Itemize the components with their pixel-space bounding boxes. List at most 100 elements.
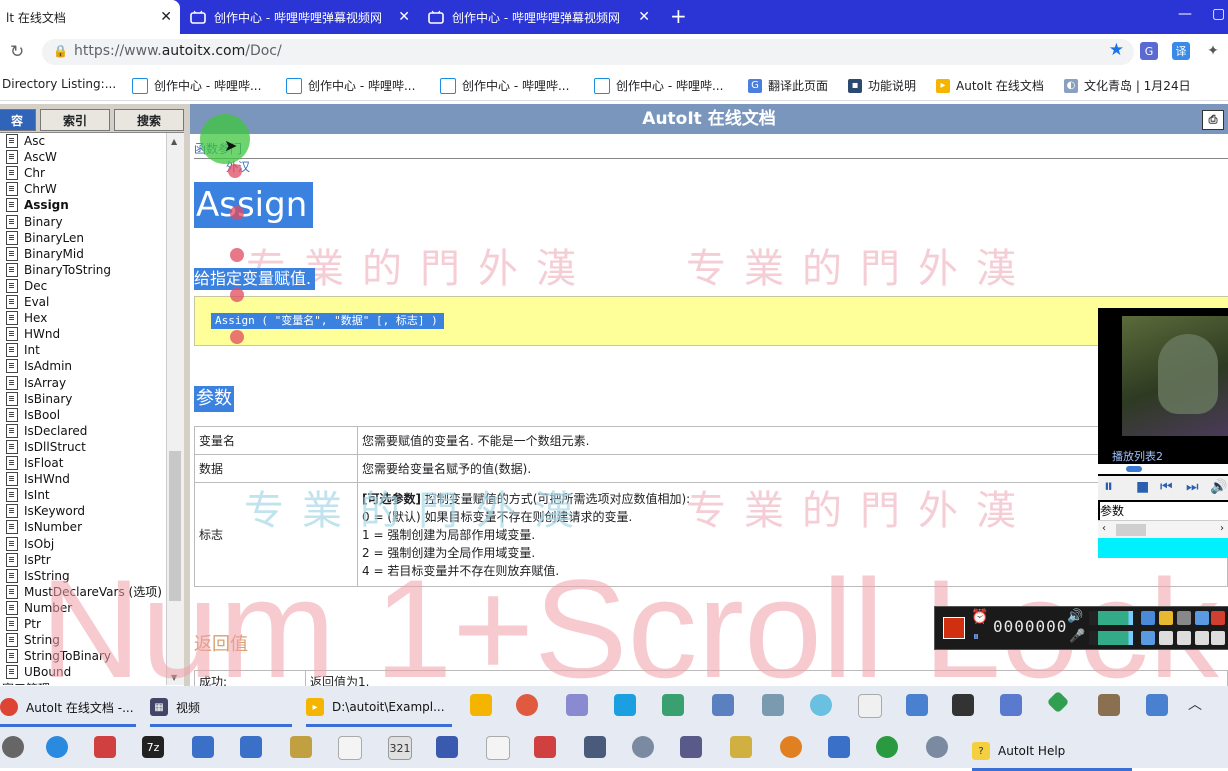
speaker-icon[interactable]: 🔊 — [1067, 609, 1083, 624]
chevron-up-icon[interactable]: ︿ — [1188, 694, 1202, 714]
zoom-icon[interactable] — [1141, 631, 1155, 645]
playlist-label[interactable]: 播放列表2 — [1112, 448, 1163, 464]
close-tab-icon[interactable]: ✕ — [160, 9, 172, 25]
tree-item[interactable]: IsAdmin — [6, 358, 72, 374]
app-icon[interactable] — [1000, 694, 1022, 716]
tab-contents[interactable]: 容 — [0, 109, 36, 131]
tree-item[interactable]: Asc — [6, 133, 45, 149]
app-icon[interactable] — [1098, 694, 1120, 716]
seek-bar[interactable] — [1098, 464, 1228, 474]
video-frame[interactable] — [1122, 316, 1228, 436]
bilibili-icon[interactable] — [614, 694, 636, 716]
pause-icon[interactable]: ⏸ — [973, 629, 979, 644]
music-icon[interactable] — [952, 694, 974, 716]
translate-extension-icon[interactable]: 译 — [1172, 42, 1190, 60]
browser-tab-autoit[interactable]: lt 在线文档 ✕ — [0, 0, 180, 34]
bookmark-item[interactable]: G 翻译此页面 — [748, 77, 828, 94]
tab-index[interactable]: 索引 — [40, 109, 110, 131]
tree-item[interactable]: HWnd — [6, 326, 60, 342]
tree-item[interactable]: Chr — [6, 165, 45, 181]
tree-item[interactable]: IsString — [6, 568, 70, 584]
scroll-right-icon[interactable]: › — [1220, 523, 1224, 534]
display-icon[interactable] — [1211, 631, 1225, 645]
app-icon[interactable] — [762, 694, 784, 716]
tree-item[interactable]: BinaryToString — [6, 262, 111, 278]
film-icon[interactable] — [584, 736, 606, 758]
bookmark-item[interactable]: ▸ AutoIt 在线文档 — [936, 77, 1044, 94]
reload-icon[interactable]: ↻ — [10, 42, 24, 62]
bookmark-star-icon[interactable]: ★ — [1109, 40, 1124, 60]
tab-search[interactable]: 搜索 — [114, 109, 184, 131]
taskbar-window-video[interactable]: ▦ 视频 — [150, 690, 292, 727]
app-icon[interactable] — [680, 736, 702, 758]
bookmark-item[interactable]: 创作中心 - 哔哩哔... — [132, 77, 261, 94]
search-icon[interactable] — [780, 736, 802, 758]
tree-item[interactable]: IsKeyword — [6, 503, 85, 519]
folder-icon[interactable] — [470, 694, 492, 716]
globe-icon[interactable] — [46, 736, 68, 758]
seek-knob[interactable] — [1126, 466, 1142, 472]
bookmark-item[interactable]: 创作中心 - 哔哩哔... — [594, 77, 723, 94]
7zip-icon[interactable]: 7z — [142, 736, 164, 758]
video-player[interactable]: 播放列表2 ⏸ ■ ⏮ ⏭ 🔊 参数 ‹ › — [1098, 308, 1228, 558]
browser-tab-bilibili-1[interactable]: 创作中心 - 哔哩哔哩弹幕视频网 ✕ — [180, 0, 418, 34]
pause-button-icon[interactable]: ⏸ — [1104, 476, 1113, 497]
tree-item[interactable]: Hex — [6, 310, 47, 326]
gear-icon[interactable] — [1177, 611, 1191, 625]
taskbar-window-explorer[interactable]: ▸ D:\autoit\Exampl... — [306, 690, 452, 727]
tree-item[interactable]: IsHWnd — [6, 471, 70, 487]
globe-icon[interactable] — [876, 736, 898, 758]
tree-item[interactable]: Eval — [6, 294, 49, 310]
app-icon[interactable] — [662, 694, 684, 716]
app-icon[interactable] — [534, 736, 556, 758]
stop-button-icon[interactable]: ■ — [1136, 479, 1149, 495]
player-h-scrollbar[interactable]: ‹ › — [1098, 520, 1228, 539]
taskbar-window-browser[interactable]: AutoIt 在线文档 -... — [0, 690, 136, 727]
tree-item[interactable]: Int — [6, 342, 40, 358]
bookmark-item[interactable]: ◐ 文化青岛 | 1月24日 — [1064, 77, 1191, 94]
extension-icon[interactable]: G — [1140, 42, 1158, 60]
record-icon[interactable] — [516, 694, 538, 716]
calendar-icon[interactable]: 321 — [388, 736, 412, 760]
new-tab-button[interactable]: + — [670, 4, 687, 28]
app-icon[interactable] — [926, 736, 948, 758]
volume-icon[interactable]: 🔊 — [1210, 479, 1227, 495]
bookmark-item[interactable]: ▪ 功能说明 — [848, 77, 916, 94]
window-icon[interactable] — [192, 736, 214, 758]
tree-item[interactable]: StringToBinary — [6, 648, 111, 664]
fullscreen-icon[interactable] — [1159, 631, 1173, 645]
tree-item[interactable]: IsPtr — [6, 552, 51, 568]
tree-item[interactable]: ChrW — [6, 181, 57, 197]
tree-scrollbar[interactable]: ▲ ▼ — [166, 133, 185, 685]
tree-item[interactable]: Assign — [6, 197, 69, 213]
monitor-icon[interactable] — [1195, 631, 1209, 645]
tree-item[interactable]: IsNumber — [6, 519, 82, 535]
app-icon[interactable] — [810, 694, 832, 716]
tree-item[interactable]: Ptr — [6, 616, 41, 632]
app-icon[interactable] — [712, 694, 734, 716]
tree-item[interactable]: Dec — [6, 278, 47, 294]
tree-item[interactable]: Binary — [6, 214, 63, 230]
scroll-up-icon[interactable]: ▲ — [171, 137, 177, 146]
tree-item[interactable]: IsArray — [6, 375, 66, 391]
bookmark-item[interactable]: Directory Listing:... — [2, 77, 116, 91]
alarm-clock-icon[interactable]: ⏰ — [971, 609, 988, 625]
scrollbar-thumb[interactable] — [169, 451, 181, 601]
tree-item[interactable]: String — [6, 632, 60, 648]
tree-item[interactable]: UBound — [6, 664, 71, 680]
tree-folder[interactable]: 窗口管理 — [2, 680, 50, 685]
app-icon[interactable] — [94, 736, 116, 758]
window-icon[interactable] — [240, 736, 262, 758]
app-icon[interactable] — [290, 736, 312, 758]
bookmark-item[interactable]: 创作中心 - 哔哩哔... — [286, 77, 415, 94]
print-icon[interactable]: ⎙ — [1202, 110, 1224, 130]
minimize-icon[interactable]: — — [1178, 6, 1192, 22]
tree-item[interactable]: IsDllStruct — [6, 439, 86, 455]
puzzle-extension-icon[interactable]: ✦ — [1204, 42, 1222, 60]
close-tab-icon[interactable]: ✕ — [398, 9, 410, 25]
app-icon[interactable] — [730, 736, 752, 758]
folder-icon[interactable] — [1159, 611, 1173, 625]
omnibox[interactable]: 🔒 https://www.autoitx.com/Doc/ ★ — [42, 39, 1134, 65]
network-icon[interactable] — [566, 694, 588, 716]
scroll-left-icon[interactable]: ‹ — [1102, 523, 1106, 534]
